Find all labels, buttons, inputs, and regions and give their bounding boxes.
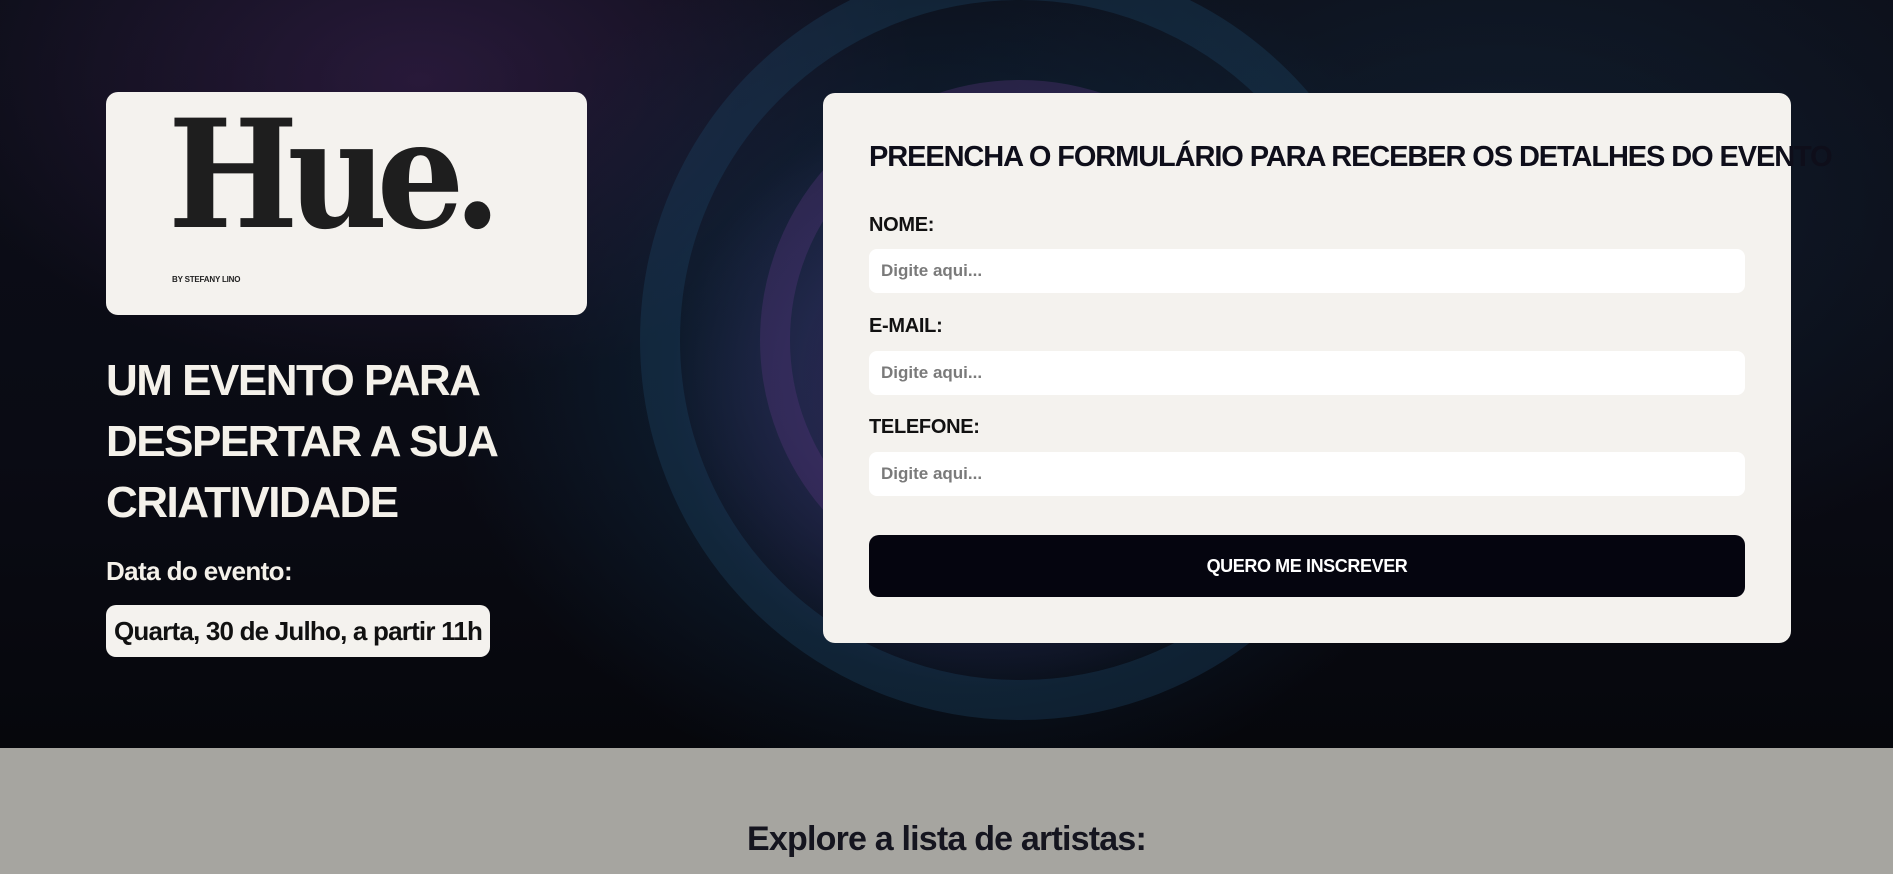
- artists-section: Explore a lista de artistas:: [0, 748, 1893, 874]
- hero-section: Hue. BY STEFANY LINO UM EVENTO PARA DESP…: [0, 0, 1893, 748]
- logo-wordmark: Hue.: [168, 87, 501, 263]
- logo-card: Hue. BY STEFANY LINO: [106, 92, 587, 315]
- name-field-label: NOME:: [869, 214, 935, 236]
- form-title: PREENCHA O FORMULÁRIO PARA RECEBER OS DE…: [869, 141, 1833, 173]
- event-date-badge: Quarta, 30 de Julho, a partir 11h: [106, 605, 491, 657]
- event-date-label: Data do evento:: [106, 556, 293, 586]
- phone-field-label: TELEFONE:: [869, 416, 980, 438]
- email-input[interactable]: [869, 351, 1745, 395]
- phone-input[interactable]: [869, 452, 1745, 496]
- name-input[interactable]: [869, 249, 1745, 293]
- signup-form: PREENCHA O FORMULÁRIO PARA RECEBER OS DE…: [823, 93, 1833, 643]
- hero-headline: UM EVENTO PARA DESPERTAR A SUA CRIATIVID…: [106, 356, 497, 527]
- subscribe-button[interactable]: QUERO ME INSCREVER: [869, 535, 1745, 597]
- email-field-label: E-MAIL:: [869, 315, 943, 337]
- logo-byline: BY STEFANY LINO: [172, 275, 241, 284]
- artists-section-title: Explore a lista de artistas:: [747, 820, 1147, 858]
